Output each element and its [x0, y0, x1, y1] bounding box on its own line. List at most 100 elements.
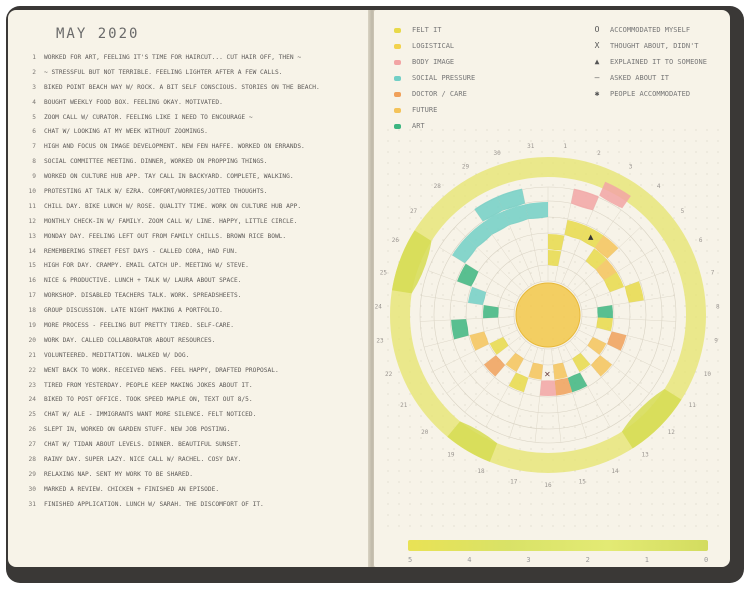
- dot-grid-point: [717, 360, 719, 362]
- dot-grid-point: [497, 305, 499, 307]
- dot-grid-point: [607, 338, 609, 340]
- dot-grid-point: [486, 503, 488, 505]
- dot-grid-point: [563, 140, 565, 142]
- journal-entry: 17 WORKSHOP. DISABLED TEACHERS TALK. WORK…: [22, 292, 362, 307]
- dot-grid-point: [431, 470, 433, 472]
- entry-day-number: 14: [28, 247, 36, 255]
- dot-grid-point: [530, 481, 532, 483]
- month-wheel: 1234567891011121314151617181920212223242…: [375, 129, 720, 527]
- wheel-day-label: 9: [714, 338, 718, 345]
- dot-grid-point: [541, 448, 543, 450]
- dot-grid-point: [398, 184, 400, 186]
- dot-grid-point: [387, 129, 389, 131]
- wheel-day-label: 3: [629, 163, 633, 170]
- wheel-day-label: 24: [375, 303, 383, 310]
- wheel-segment: [539, 380, 557, 396]
- dot-grid-point: [662, 492, 664, 494]
- dot-grid-point: [717, 327, 719, 329]
- dot-grid-point: [508, 151, 510, 153]
- dot-grid-point: [629, 503, 631, 505]
- dot-grid-point: [673, 151, 675, 153]
- dot-grid-point: [684, 184, 686, 186]
- dot-grid-point: [530, 195, 532, 197]
- journal-entry: 22 WENT BACK TO WORK. RECEIVED NEWS. FEEL…: [22, 367, 362, 382]
- dot-grid-point: [475, 426, 477, 428]
- dot-grid-point: [442, 327, 444, 329]
- scale-tick-label: 1: [644, 556, 650, 564]
- entry-text: SLEPT IN, WORKED ON GARDEN STUFF. NEW JO…: [44, 426, 231, 434]
- dot-grid-point: [519, 514, 521, 516]
- dot-grid-point: [442, 371, 444, 373]
- dot-grid-point: [541, 272, 543, 274]
- dot-grid-point: [640, 228, 642, 230]
- dot-grid-point: [453, 492, 455, 494]
- dot-grid-point: [552, 184, 554, 186]
- dot-grid-point: [541, 349, 543, 351]
- dot-grid-point: [662, 448, 664, 450]
- dot-grid-point: [662, 261, 664, 263]
- wheel-segment: [489, 337, 509, 355]
- dot-grid-point: [684, 470, 686, 472]
- dot-grid-point: [651, 294, 653, 296]
- dot-grid-point: [541, 437, 543, 439]
- entry-text: RELAXING NAP. SENT MY WORK TO BE SHARED.: [44, 470, 194, 478]
- entry-text: SOCIAL COMMITTEE MEETING. DINNER, WORKED…: [44, 158, 268, 166]
- entry-text: MARKED A REVIEW. CHICKEN + FINISHED AN E…: [44, 485, 220, 493]
- dot-grid-point: [453, 272, 455, 274]
- dot-grid-point: [409, 503, 411, 505]
- dot-grid-point: [706, 349, 708, 351]
- entry-day-number: 22: [28, 366, 36, 374]
- entry-text: HIGH FOR DAY. CRAMPY. EMAIL CATCH UP. ME…: [44, 262, 249, 270]
- dot-grid-point: [563, 437, 565, 439]
- dot-grid-point: [607, 140, 609, 142]
- dot-grid-point: [651, 459, 653, 461]
- dot-grid-point: [486, 492, 488, 494]
- dot-grid-point: [387, 272, 389, 274]
- dot-grid-point: [387, 206, 389, 208]
- dot-grid-point: [497, 525, 499, 527]
- dot-grid-point: [563, 195, 565, 197]
- dot-grid-point: [464, 371, 466, 373]
- dot-grid-point: [530, 393, 532, 395]
- dot-grid-point: [662, 294, 664, 296]
- dot-grid-point: [530, 382, 532, 384]
- dot-grid-point: [706, 492, 708, 494]
- dot-grid-point: [420, 316, 422, 318]
- dot-grid-point: [431, 294, 433, 296]
- dot-grid-point: [673, 492, 675, 494]
- dot-grid-point: [629, 338, 631, 340]
- dot-grid-point: [607, 492, 609, 494]
- dot-grid-point: [596, 525, 598, 527]
- dot-grid-point: [409, 173, 411, 175]
- entry-day-number: 17: [28, 292, 36, 300]
- dot-grid-point: [541, 404, 543, 406]
- dot-grid-point: [706, 129, 708, 131]
- dot-grid-point: [585, 470, 587, 472]
- dot-grid-point: [453, 525, 455, 527]
- dot-grid-point: [684, 503, 686, 505]
- dot-grid-point: [420, 217, 422, 219]
- entry-text: WENT BACK TO WORK. RECEIVED NEWS. FEEL H…: [44, 366, 279, 374]
- dot-grid-point: [431, 349, 433, 351]
- dot-grid-point: [651, 492, 653, 494]
- dot-grid-point: [420, 448, 422, 450]
- dot-grid-point: [706, 250, 708, 252]
- entry-day-number: 20: [28, 336, 36, 344]
- dot-grid-point: [717, 459, 719, 461]
- dot-grid-point: [398, 228, 400, 230]
- dot-grid-point: [497, 140, 499, 142]
- journal-entry: 2 ~ STRESSFUL BUT NOT TERRIBLE. FEELING L…: [22, 69, 362, 84]
- dot-grid-point: [420, 129, 422, 131]
- dot-grid-point: [662, 338, 664, 340]
- dot-grid-point: [497, 393, 499, 395]
- dot-grid-point: [453, 261, 455, 263]
- dot-grid-point: [695, 173, 697, 175]
- wheel-day-label: 20: [421, 429, 429, 436]
- dot-grid-point: [508, 349, 510, 351]
- dot-grid-point: [574, 437, 576, 439]
- dot-grid-point: [508, 514, 510, 516]
- dot-grid-point: [717, 250, 719, 252]
- dot-grid-point: [695, 437, 697, 439]
- journal-entry: 27 CHAT W/ TIDAN ABOUT LEVELS. DINNER. BE…: [22, 441, 362, 456]
- entry-day-number: 29: [28, 470, 36, 478]
